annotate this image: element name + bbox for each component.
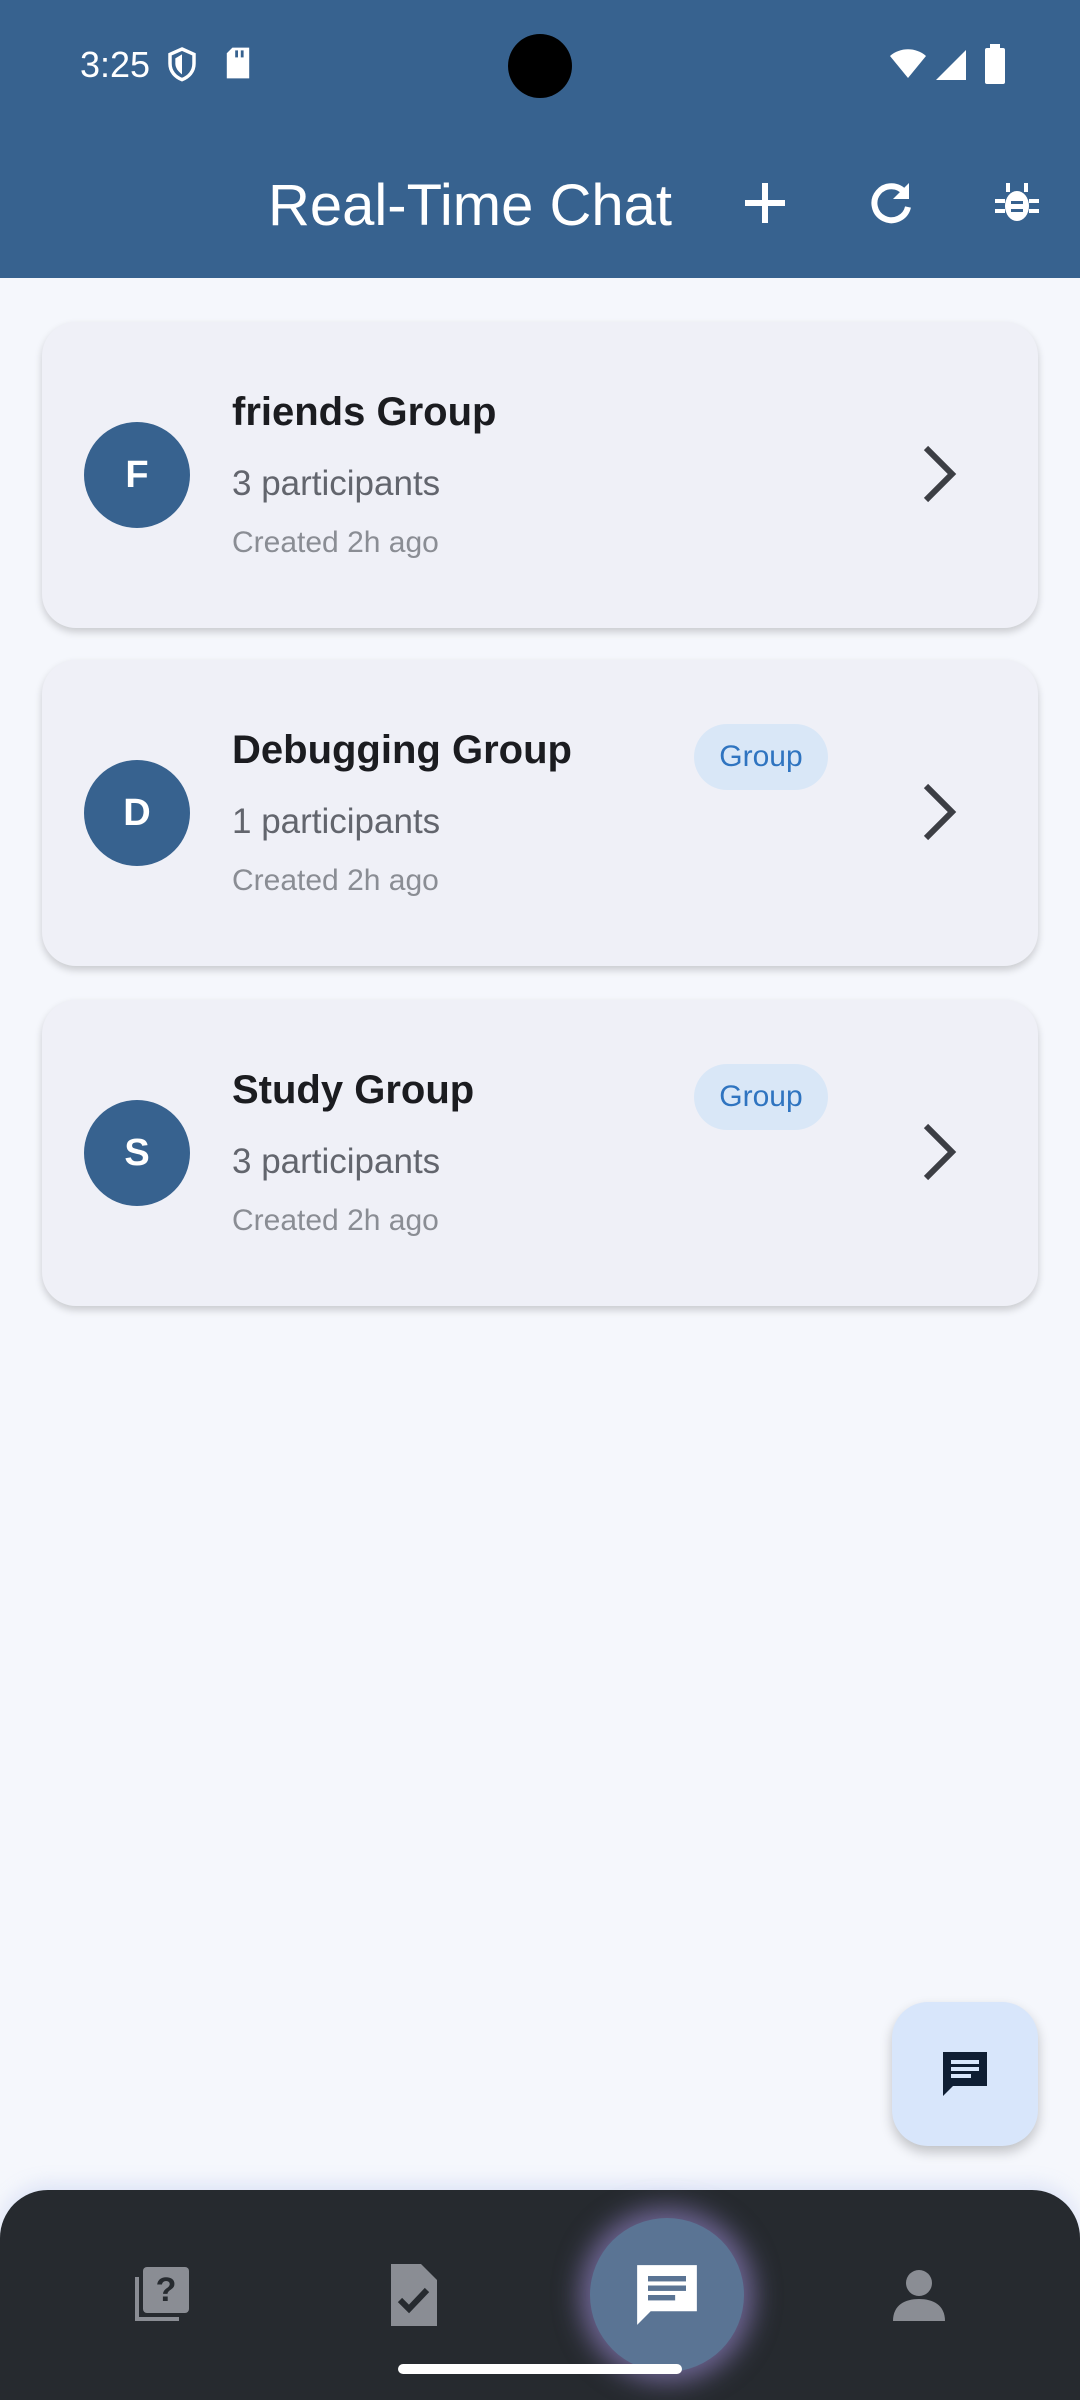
participant-count: 3 participants	[232, 1142, 441, 1181]
chat-icon	[943, 2052, 987, 2096]
nav-assignments[interactable]	[368, 2250, 458, 2340]
quiz-icon: ?	[135, 2267, 189, 2321]
chat-name: Study Group	[232, 1068, 475, 1112]
refresh-button[interactable]	[856, 168, 926, 238]
chat-name: Debugging Group	[232, 728, 572, 772]
participant-count: 3 participants	[232, 464, 441, 503]
shield-icon	[168, 47, 196, 82]
created-time: Created 2h ago	[232, 864, 439, 897]
created-time: Created 2h ago	[232, 1204, 439, 1237]
nav-profile[interactable]	[874, 2250, 964, 2340]
participant-count: 1 participants	[232, 802, 441, 841]
status-time: 3:25	[80, 44, 151, 85]
group-badge: Group	[694, 724, 828, 790]
page-title: Real-Time Chat	[268, 173, 672, 238]
chat-name: friends Group	[232, 390, 497, 434]
profile-icon	[893, 2270, 945, 2321]
group-badge: Group	[694, 1064, 828, 1130]
avatar: D	[84, 760, 190, 866]
chevron-right-icon	[923, 1123, 957, 1181]
nav-quiz[interactable]: ?	[116, 2250, 206, 2340]
created-time: Created 2h ago	[232, 526, 439, 559]
avatar: F	[84, 422, 190, 528]
avatar: S	[84, 1100, 190, 1206]
app-bar: 3:25 Real-Time Chat	[0, 0, 1080, 278]
chat-card[interactable]: S Study Group Group 3 participants Creat…	[42, 1000, 1038, 1306]
chat-card[interactable]: F friends Group 3 participants Created 2…	[42, 322, 1038, 628]
add-button[interactable]	[730, 168, 800, 238]
home-indicator[interactable]	[398, 2364, 682, 2374]
chat-icon	[637, 2265, 697, 2325]
nav-chat[interactable]	[590, 2218, 744, 2372]
chevron-right-icon	[923, 783, 957, 841]
battery-icon	[985, 44, 1005, 84]
svg-text:?: ?	[156, 2271, 177, 2309]
signal-icon	[936, 50, 966, 80]
new-chat-fab[interactable]	[892, 2002, 1038, 2146]
bug-icon	[995, 183, 1039, 221]
camera-cutout	[508, 34, 572, 98]
refresh-icon	[871, 183, 911, 224]
chat-card[interactable]: D Debugging Group Group 1 participants C…	[42, 660, 1038, 966]
wifi-icon	[890, 49, 926, 78]
assignment-icon	[391, 2264, 437, 2326]
add-icon	[745, 183, 785, 223]
debug-button[interactable]	[982, 168, 1052, 238]
sd-card-icon	[226, 47, 250, 79]
chevron-right-icon	[923, 445, 957, 503]
